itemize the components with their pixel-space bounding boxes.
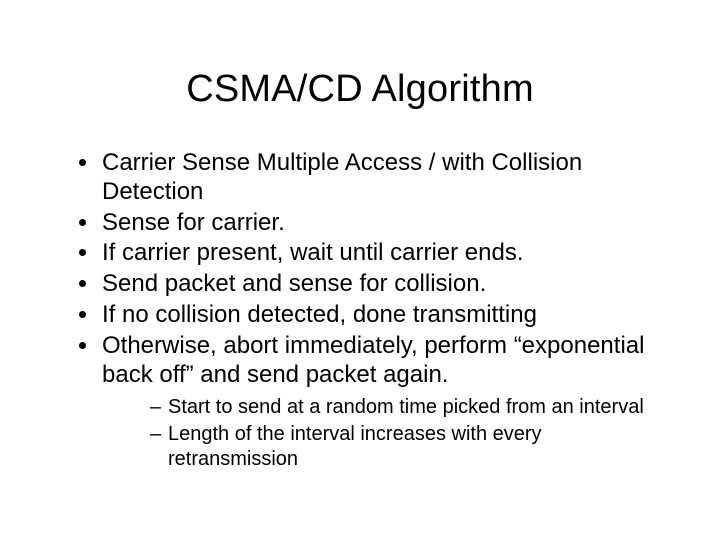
bullet-text: If no collision detected, done transmitt… <box>102 301 537 328</box>
bullet-text: Otherwise, abort immediately, perform “e… <box>102 332 644 388</box>
sub-bullet-list: Start to send at a random time picked fr… <box>126 395 660 472</box>
bullet-text: Sense for carrier. <box>102 209 285 236</box>
bullet-text: Send packet and sense for collision. <box>102 270 486 297</box>
slide: CSMA/CD Algorithm Carrier Sense Multiple… <box>0 68 720 540</box>
bullet-item: If no collision detected, done transmitt… <box>100 301 660 330</box>
bullet-item: Sense for carrier. <box>100 209 660 238</box>
bullet-item: Carrier Sense Multiple Access / with Col… <box>100 149 660 207</box>
bullet-item: Otherwise, abort immediately, perform “e… <box>100 332 660 473</box>
slide-title: CSMA/CD Algorithm <box>0 68 720 111</box>
sub-bullet-text: Length of the interval increases with ev… <box>168 423 542 470</box>
bullet-list: Carrier Sense Multiple Access / with Col… <box>72 149 660 472</box>
sub-bullet-item: Length of the interval increases with ev… <box>150 422 660 472</box>
bullet-item: If carrier present, wait until carrier e… <box>100 239 660 268</box>
sub-bullet-item: Start to send at a random time picked fr… <box>150 395 660 420</box>
bullet-item: Send packet and sense for collision. <box>100 270 660 299</box>
bullet-text: If carrier present, wait until carrier e… <box>102 239 524 266</box>
sub-bullet-text: Start to send at a random time picked fr… <box>168 396 644 418</box>
bullet-text: Carrier Sense Multiple Access / with Col… <box>102 149 582 205</box>
